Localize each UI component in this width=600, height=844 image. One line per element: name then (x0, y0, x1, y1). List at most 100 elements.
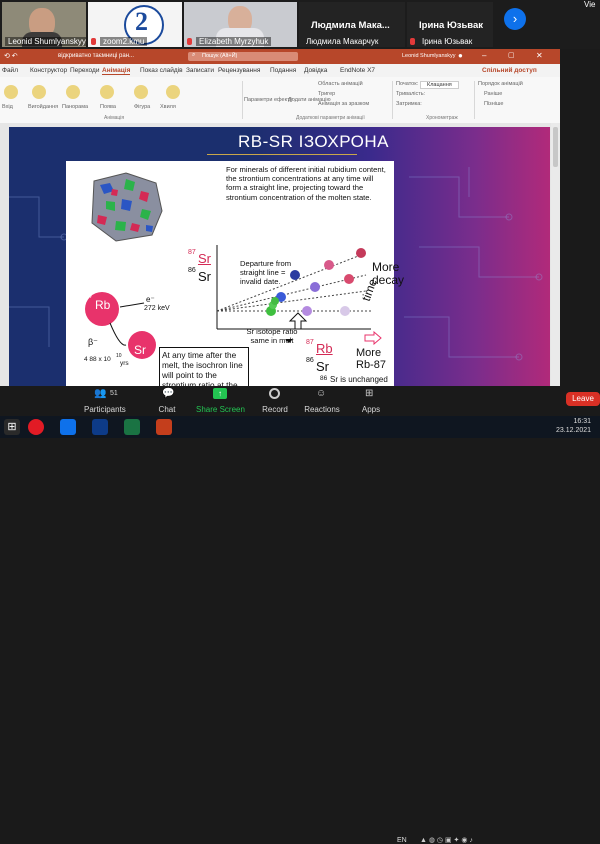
participant-tile[interactable]: Elizabeth Myrzyhuk (184, 2, 297, 47)
animation-icon[interactable] (32, 85, 46, 99)
ribbon-item[interactable]: Пізніше (484, 101, 503, 107)
clock-time: 16:31 (573, 418, 592, 425)
excel-icon[interactable] (124, 419, 140, 435)
powerpoint-icon[interactable] (156, 419, 172, 435)
slide[interactable]: RB-SR ІЗОХРОНА For minerals of different… (9, 127, 550, 386)
maximize-icon[interactable]: ▢ (508, 51, 515, 59)
participant-tile[interactable]: Людмила Мака... Людмила Макарчук (299, 2, 405, 47)
energy-label: 272 keV (144, 305, 170, 312)
share-screen-label: Share Screen (196, 405, 245, 414)
share-screen-icon: ↑ (213, 388, 227, 399)
language-indicator[interactable]: EN (397, 837, 407, 844)
up-arrow-icon (288, 312, 308, 330)
start-select[interactable]: Клацання (420, 81, 459, 89)
tab-review[interactable]: Рецензування (218, 67, 260, 74)
close-icon[interactable]: ✕ (536, 51, 543, 60)
autosave-icon[interactable]: ⟲ ↶ (4, 52, 18, 60)
search-icon: ⌕ (192, 52, 196, 58)
sr86-symbol: Sr (198, 269, 211, 284)
opera-icon[interactable] (28, 419, 44, 435)
people-icon: 👥 (94, 388, 107, 399)
title-bar: ⟲ ↶ відкриватно таємниці ран... ⌕ Пошук … (0, 49, 560, 64)
description-paragraph: For minerals of different initial rubidi… (226, 165, 386, 202)
rb-ratio-symbol: Rb (316, 341, 333, 356)
tab-help[interactable]: Довідка (304, 67, 327, 74)
participant-gallery: Leonid Shumlyanskyy 2 zoom2.kmu Elizabet… (0, 0, 600, 49)
clock[interactable]: 16:31 23.12.2021 (556, 417, 591, 435)
ribbon-item: Затримка: (396, 101, 422, 107)
word-icon[interactable] (92, 419, 108, 435)
animation-icon[interactable] (100, 85, 114, 99)
apps-icon: ⊞ (365, 388, 374, 399)
meeting-controls: 👥 51 Participants 💬 Chat ↑ Share Screen … (0, 386, 600, 416)
sr86-note: Sr is unchanged and serves as a stable (316, 375, 388, 386)
tab-file[interactable]: Файл (2, 67, 18, 74)
leave-button[interactable]: Leave (566, 392, 600, 406)
participant-tile[interactable]: 2 zoom2.kmu (88, 2, 182, 47)
electron-label: e⁻ (146, 295, 155, 304)
sr87-symbol: Sr (198, 251, 211, 266)
tray-icons[interactable]: ▲ ◍ ◷ ▣ ✦ ◉ ♪ (420, 836, 473, 844)
user-name: Leonid Shumlyanskyy (402, 53, 456, 59)
tab-design[interactable]: Конструктор (30, 67, 67, 74)
sr87-mass: 87 (188, 249, 196, 256)
tab-record[interactable]: Записати (186, 67, 214, 74)
ribbon-item: Порядок анімацій (478, 81, 523, 87)
ribbon-item[interactable]: Панорама (62, 104, 88, 110)
tab-view[interactable]: Подання (270, 67, 296, 74)
circuit-pattern (9, 196, 68, 347)
ribbon-item[interactable]: Область анімацій (318, 81, 363, 87)
ribbon-item[interactable]: Раніше (484, 91, 502, 97)
minimize-icon[interactable]: – (482, 51, 486, 60)
ribbon-item[interactable]: Тригер (318, 91, 335, 97)
half-life-exponent: 10 (116, 353, 122, 359)
ribbon-item: Тривалість: (396, 91, 426, 97)
animation-icon[interactable] (4, 85, 18, 99)
tab-slideshow[interactable]: Показ слайдів (140, 67, 183, 74)
reactions-label: Reactions (304, 405, 340, 414)
participant-tile[interactable]: Leonid Shumlyanskyy (2, 2, 86, 47)
scrollbar-thumb[interactable] (553, 127, 558, 167)
tab-transitions[interactable]: Переходи (70, 67, 99, 74)
search-box[interactable]: ⌕ Пошук (Alt+Й) (188, 52, 298, 61)
rb-ratio-mass: 87 (306, 339, 314, 346)
participant-name: Ірина Юзьвак (422, 37, 473, 46)
half-life-unit: yrs (120, 360, 129, 367)
participants-count: 51 (110, 390, 118, 397)
share-button[interactable]: Спільний доступ (482, 67, 537, 74)
participant-caption: Ірина Юзьвак (419, 20, 484, 31)
ribbon-item[interactable]: Фігура (134, 104, 150, 110)
group-label: Хронометраж (426, 115, 458, 121)
participant-tile[interactable]: Ірина Юзьвак Ірина Юзьвак (407, 2, 493, 47)
group-label: Додаткові параметри анімації (296, 115, 365, 121)
animation-icon[interactable] (66, 85, 80, 99)
ribbon-item[interactable]: Анімація за зразком (318, 101, 369, 107)
animation-icon[interactable] (134, 85, 148, 99)
windows-start-icon[interactable]: ⊞ (4, 419, 20, 435)
view-button[interactable]: Vie (584, 0, 595, 9)
tab-animations[interactable]: Анімація (102, 67, 131, 75)
more-rb-label: More Rb-87 (356, 347, 386, 371)
zoom-icon[interactable] (60, 419, 76, 435)
animation-icon[interactable] (166, 85, 180, 99)
taskbar: ⊞ EN ▲ ◍ ◷ ▣ ✦ ◉ ♪ 16:31 23.12.2021 (0, 416, 600, 844)
ribbon-item[interactable]: Вхід (2, 104, 13, 110)
ribbon-item[interactable]: Хвиля (160, 104, 176, 110)
participants-label: Participants (84, 405, 126, 414)
participant-name: zoom2.kmu (100, 37, 148, 46)
ribbon-item[interactable]: Параметри ефекту (244, 97, 292, 103)
record-label: Record (262, 405, 288, 414)
departure-label: Departure from straight line = invalid d… (240, 259, 292, 287)
next-page-button[interactable]: › (504, 8, 526, 30)
user-avatar[interactable]: ● (458, 51, 463, 60)
ribbon-item[interactable]: Поява (100, 104, 116, 110)
chat-icon: 💬 (162, 388, 175, 399)
tab-endnote[interactable]: EndNote X7 (340, 67, 375, 74)
ribbon-item[interactable]: Вигойдання (28, 104, 58, 110)
apps-label: Apps (361, 405, 381, 414)
slide-edit-area: RB-SR ІЗОХРОНА For minerals of different… (0, 123, 560, 386)
clock-date: 23.12.2021 (556, 427, 592, 434)
right-arrow-icon (364, 331, 382, 345)
rb-ratio-den-mass: 86 (306, 357, 314, 364)
isochron-diagram: For minerals of different initial rubidi… (66, 161, 404, 386)
